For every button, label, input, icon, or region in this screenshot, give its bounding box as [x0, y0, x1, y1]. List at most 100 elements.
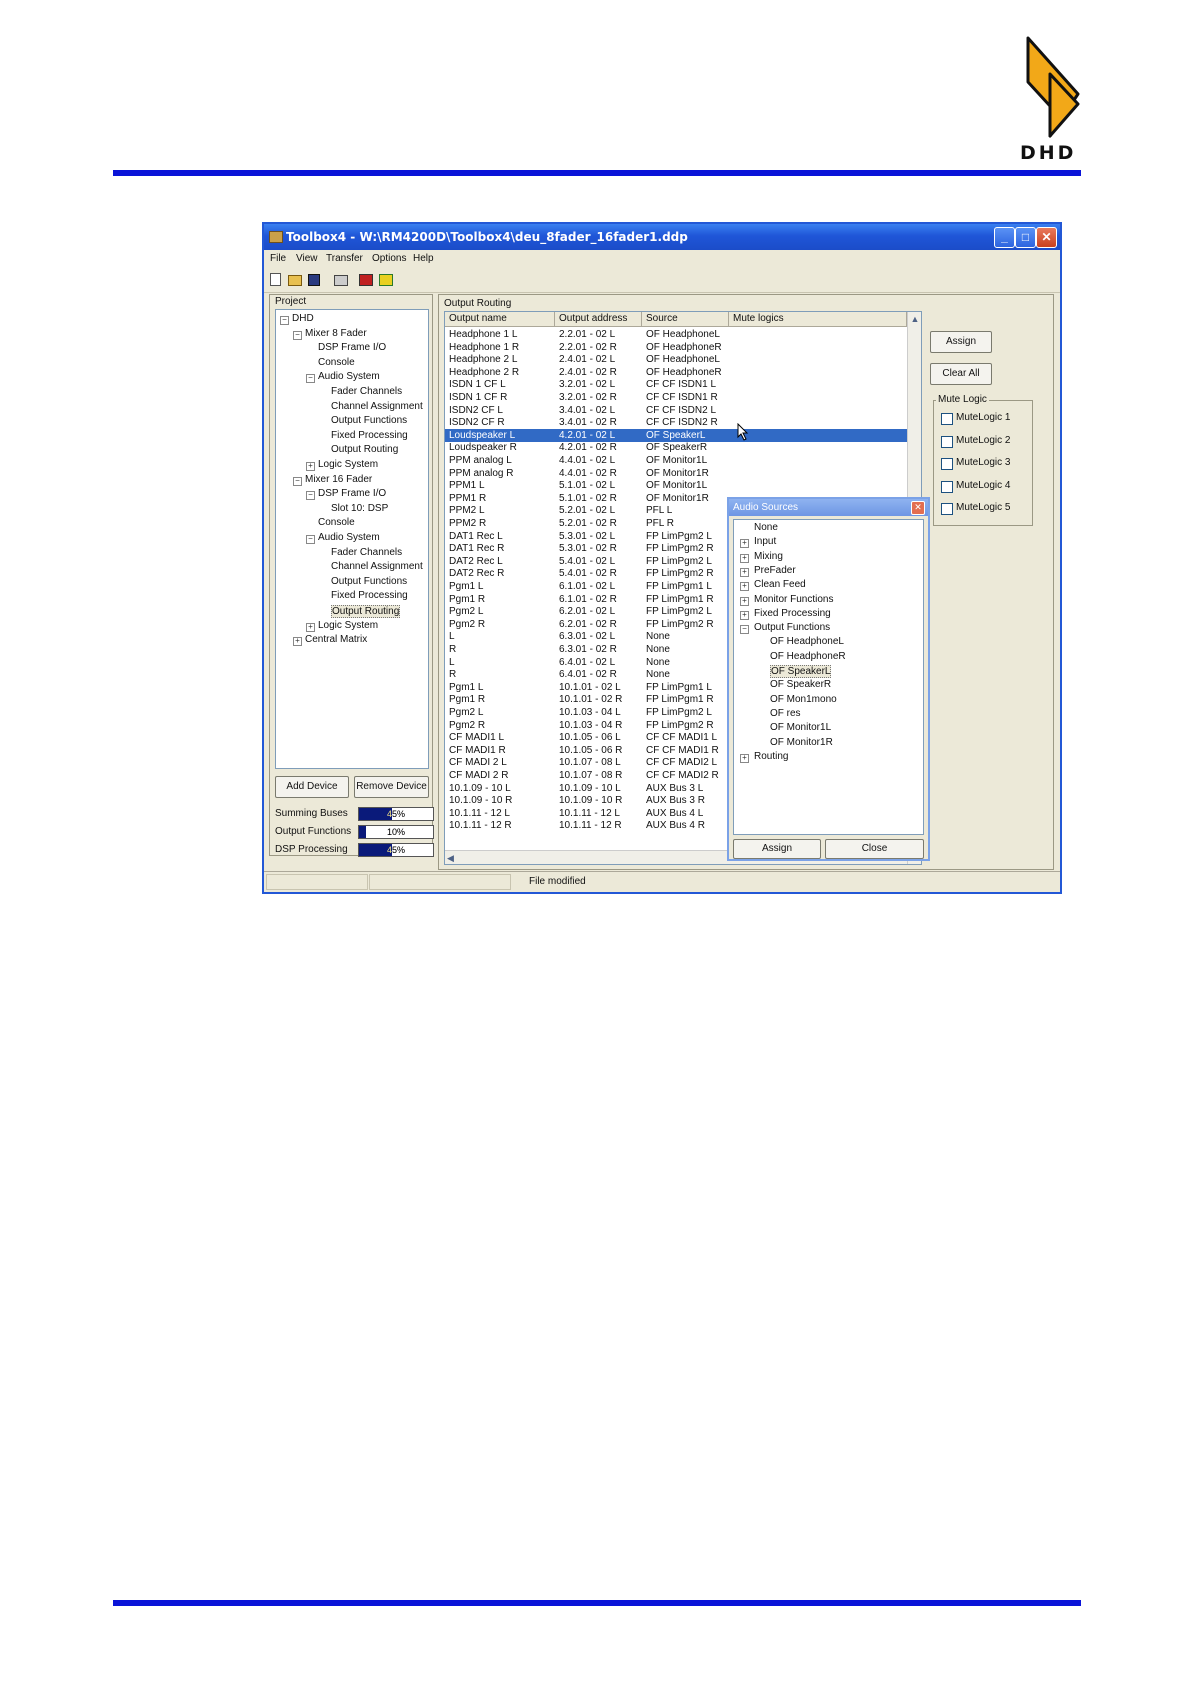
collapse-icon[interactable]: − — [306, 535, 315, 544]
audio-source-item[interactable]: Monitor Functions — [754, 594, 833, 605]
collapse-icon[interactable]: − — [280, 316, 289, 325]
open-folder-icon[interactable] — [288, 275, 302, 286]
project-tree-item[interactable]: Console — [318, 357, 355, 368]
project-tree-item[interactable]: Mixer 16 Fader — [305, 474, 372, 485]
table-row[interactable]: PPM analog L 4.4.01 - 02 L OF Monitor1L — [445, 454, 907, 467]
project-tree-item[interactable]: Console — [318, 517, 355, 528]
expand-icon[interactable]: + — [306, 622, 315, 632]
table-row[interactable]: Loudspeaker L 4.2.01 - 02 L OF SpeakerL — [445, 428, 907, 442]
column-source[interactable]: Source — [642, 312, 729, 327]
transfer-go-icon[interactable] — [379, 274, 393, 286]
audio-source-item[interactable]: Output Functions — [754, 622, 830, 633]
audio-source-item[interactable]: Clean Feed — [754, 579, 806, 590]
project-tree-item[interactable]: Fader Channels — [331, 386, 402, 397]
table-row[interactable]: Headphone 1 R 2.2.01 - 02 R OF HeadphoneR — [445, 341, 907, 354]
project-tree-item[interactable]: Mixer 8 Fader — [305, 328, 367, 339]
audio-source-item[interactable]: PreFader — [754, 565, 796, 576]
audio-source-item[interactable]: Routing — [754, 751, 788, 762]
remove-device-button[interactable]: Remove Device — [354, 776, 429, 798]
audio-source-item[interactable]: OF SpeakerR — [770, 679, 831, 690]
audio-source-item[interactable]: OF SpeakerL — [770, 665, 832, 678]
project-tree[interactable]: − DHD − Mixer 8 Fader DSP Frame I/O Console − A… — [275, 309, 429, 769]
expand-icon[interactable]: + — [740, 753, 749, 763]
mute-logic-checkbox[interactable] — [941, 480, 953, 493]
project-tree-item[interactable]: Central Matrix — [305, 634, 367, 645]
dialog-assign-button[interactable]: Assign — [733, 839, 821, 859]
project-tree-item[interactable]: DSP Frame I/O — [318, 488, 386, 499]
project-tree-item[interactable]: Logic System — [318, 459, 378, 470]
audio-source-item[interactable]: Input — [754, 536, 776, 547]
table-row[interactable]: Loudspeaker R 4.2.01 - 02 R OF SpeakerR — [445, 441, 907, 454]
project-tree-item[interactable]: Audio System — [318, 371, 380, 382]
add-device-button[interactable]: Add Device — [275, 776, 349, 798]
expand-icon[interactable]: + — [740, 582, 749, 592]
audio-source-item[interactable]: OF Mon1mono — [770, 694, 837, 705]
table-row[interactable]: Headphone 2 L 2.4.01 - 02 L OF HeadphoneL — [445, 353, 907, 366]
transfer-stop-icon[interactable] — [359, 274, 373, 286]
assign-button[interactable]: Assign — [930, 331, 992, 353]
menu-options[interactable]: Options — [372, 253, 406, 264]
maximize-icon[interactable]: □ — [1015, 227, 1036, 248]
table-row[interactable]: PPM1 L 5.1.01 - 02 L OF Monitor1L — [445, 479, 907, 492]
collapse-icon[interactable]: − — [293, 476, 302, 486]
menu-file[interactable]: File — [270, 253, 286, 264]
expand-icon[interactable]: + — [306, 462, 315, 471]
table-row[interactable]: PPM analog R 4.4.01 - 02 R OF Monitor1R — [445, 467, 907, 480]
print-icon[interactable] — [334, 275, 348, 286]
audio-source-item[interactable]: OF Monitor1L — [770, 722, 831, 733]
audio-source-item[interactable]: OF HeadphoneR — [770, 651, 846, 662]
expand-icon[interactable]: + — [740, 610, 749, 620]
project-tree-item[interactable]: Channel Assignment — [331, 561, 423, 572]
table-row[interactable]: Headphone 2 R 2.4.01 - 02 R OF HeadphoneR — [445, 366, 907, 379]
collapse-icon[interactable]: − — [293, 330, 302, 340]
mute-logic-checkbox[interactable] — [941, 435, 953, 448]
audio-sources-tree[interactable]: None + Input + Mixing + PreFader + Clean Feed + Mo… — [733, 519, 924, 835]
audio-sources-titlebar[interactable]: Audio Sources ✕ — [729, 499, 928, 516]
dialog-close-icon[interactable]: ✕ — [911, 501, 925, 515]
project-tree-item[interactable]: Output Functions — [331, 576, 407, 587]
mute-logic-checkbox[interactable] — [941, 458, 953, 470]
menu-view[interactable]: View — [296, 253, 318, 264]
menu-help[interactable]: Help — [413, 253, 434, 264]
project-tree-item[interactable]: Fader Channels — [331, 547, 402, 558]
title-bar[interactable]: Toolbox4 - W:\RM4200D\Toolbox4\deu_8fade… — [264, 224, 1060, 250]
close-icon[interactable]: ✕ — [1036, 227, 1057, 248]
audio-source-item[interactable]: OF Monitor1R — [770, 737, 833, 748]
table-row[interactable]: ISDN2 CF L 3.4.01 - 02 L CF CF ISDN2 L — [445, 404, 907, 417]
project-tree-item[interactable]: Fixed Processing — [331, 430, 408, 441]
collapse-icon[interactable]: − — [306, 491, 315, 501]
clear-all-button[interactable]: Clear All — [930, 363, 992, 385]
project-tree-item[interactable]: Output Routing — [331, 605, 401, 618]
project-tree-item[interactable]: Channel Assignment — [331, 401, 423, 412]
expand-icon[interactable]: + — [740, 539, 749, 549]
table-row[interactable]: ISDN 1 CF R 3.2.01 - 02 R CF CF ISDN1 R — [445, 391, 907, 404]
collapse-icon[interactable]: − — [306, 374, 315, 384]
project-tree-item[interactable]: DHD — [292, 313, 314, 324]
table-row[interactable]: ISDN 1 CF L 3.2.01 - 02 L CF CF ISDN1 L — [445, 378, 907, 391]
expand-icon[interactable]: + — [740, 553, 749, 563]
mute-logic-checkbox[interactable] — [941, 413, 953, 425]
audio-source-item[interactable]: OF HeadphoneL — [770, 636, 844, 647]
project-tree-item[interactable]: Logic System — [318, 620, 378, 631]
dialog-close-button[interactable]: Close — [825, 839, 924, 859]
column-mute-logics[interactable]: Mute logics — [729, 312, 907, 327]
mute-logic-checkbox[interactable] — [941, 503, 953, 515]
new-file-icon[interactable] — [270, 273, 281, 286]
scroll-up-icon[interactable]: ▲ — [909, 312, 921, 326]
project-tree-item[interactable]: Output Functions — [331, 415, 407, 426]
minimize-icon[interactable]: _ — [994, 227, 1015, 248]
expand-icon[interactable]: + — [740, 596, 749, 606]
audio-source-item[interactable]: Mixing — [754, 551, 783, 562]
project-tree-item[interactable]: Output Routing — [331, 444, 398, 455]
project-tree-item[interactable]: Audio System — [318, 532, 380, 543]
column-output-name[interactable]: Output name — [445, 312, 555, 327]
project-tree-item[interactable]: Fixed Processing — [331, 590, 408, 601]
project-tree-item[interactable]: Slot 10: DSP — [331, 503, 388, 514]
expand-icon[interactable]: + — [740, 567, 749, 577]
audio-source-item[interactable]: Fixed Processing — [754, 608, 831, 619]
expand-icon[interactable]: + — [293, 637, 302, 647]
table-row[interactable]: Headphone 1 L 2.2.01 - 02 L OF HeadphoneL — [445, 328, 907, 341]
save-icon[interactable] — [308, 274, 320, 286]
audio-source-item[interactable]: None — [754, 522, 778, 533]
audio-source-item[interactable]: OF res — [770, 708, 801, 719]
